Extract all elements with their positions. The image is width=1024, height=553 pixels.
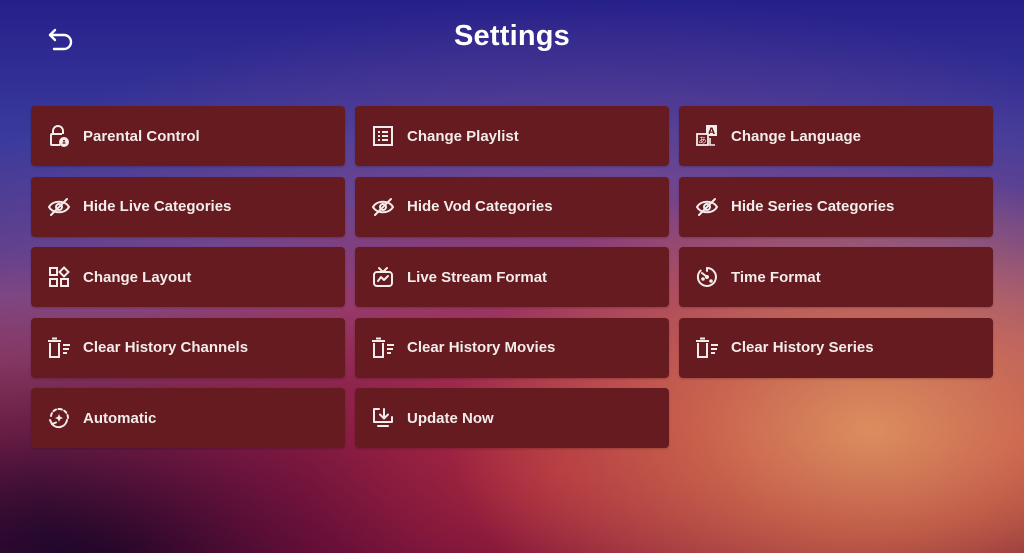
download-screen-icon (371, 406, 395, 430)
auto-refresh-icon (47, 406, 71, 430)
change-playlist-label: Change Playlist (407, 127, 519, 145)
eye-off-icon (695, 195, 719, 219)
automatic-button[interactable]: Automatic (31, 388, 345, 448)
automatic-label: Automatic (83, 409, 157, 427)
parental-control-label: Parental Control (83, 127, 200, 145)
live-stream-format-label: Live Stream Format (407, 268, 548, 286)
clear-history-movies-label: Clear History Movies (407, 339, 556, 356)
clear-history-movies-button[interactable]: Clear History Movies (355, 317, 669, 378)
change-playlist-button[interactable]: Change Playlist (355, 106, 669, 166)
translate-icon: A あ (695, 124, 719, 148)
lock-person-icon (47, 124, 71, 148)
delete-list-icon (371, 336, 395, 360)
clear-history-series-label: Clear History Series (731, 339, 874, 356)
clear-history-channels-label: Clear History Channels (83, 339, 249, 356)
hide-vod-categories-label: Hide Vod Categories (407, 198, 553, 215)
eye-off-icon (47, 195, 71, 219)
update-now-button[interactable]: Update Now (355, 388, 669, 448)
layout-grid-icon (47, 265, 71, 289)
tv-icon (371, 265, 395, 289)
delete-list-icon (47, 336, 71, 360)
parental-control-button[interactable]: Parental Control (31, 106, 345, 166)
hide-live-categories-label: Hide Live Categories (83, 198, 232, 215)
settings-grid: Parental Control Change Playlist A あ Cha… (31, 106, 993, 448)
timer-icon (695, 265, 719, 289)
hide-vod-categories-button[interactable]: Hide Vod Categories (355, 176, 669, 237)
change-language-button[interactable]: A あ Change Language (679, 106, 993, 166)
hide-series-categories-label: Hide Series Categories (731, 198, 895, 215)
change-layout-label: Change Layout (83, 268, 192, 286)
time-format-button[interactable]: Time Format (679, 247, 993, 307)
hide-series-categories-button[interactable]: Hide Series Categories (679, 176, 993, 237)
update-now-label: Update Now (407, 409, 494, 427)
delete-list-icon (695, 336, 719, 360)
svg-text:A: A (708, 127, 715, 137)
clear-history-series-button[interactable]: Clear History Series (679, 317, 993, 378)
svg-text:あ: あ (699, 136, 707, 145)
change-language-label: Change Language (731, 127, 862, 145)
list-icon (371, 124, 395, 148)
page-title: Settings (454, 20, 570, 52)
hide-live-categories-button[interactable]: Hide Live Categories (31, 176, 345, 237)
change-layout-button[interactable]: Change Layout (31, 247, 345, 307)
eye-off-icon (371, 195, 395, 219)
time-format-label: Time Format (731, 268, 821, 286)
clear-history-channels-button[interactable]: Clear History Channels (31, 317, 345, 378)
live-stream-format-button[interactable]: Live Stream Format (355, 247, 669, 307)
